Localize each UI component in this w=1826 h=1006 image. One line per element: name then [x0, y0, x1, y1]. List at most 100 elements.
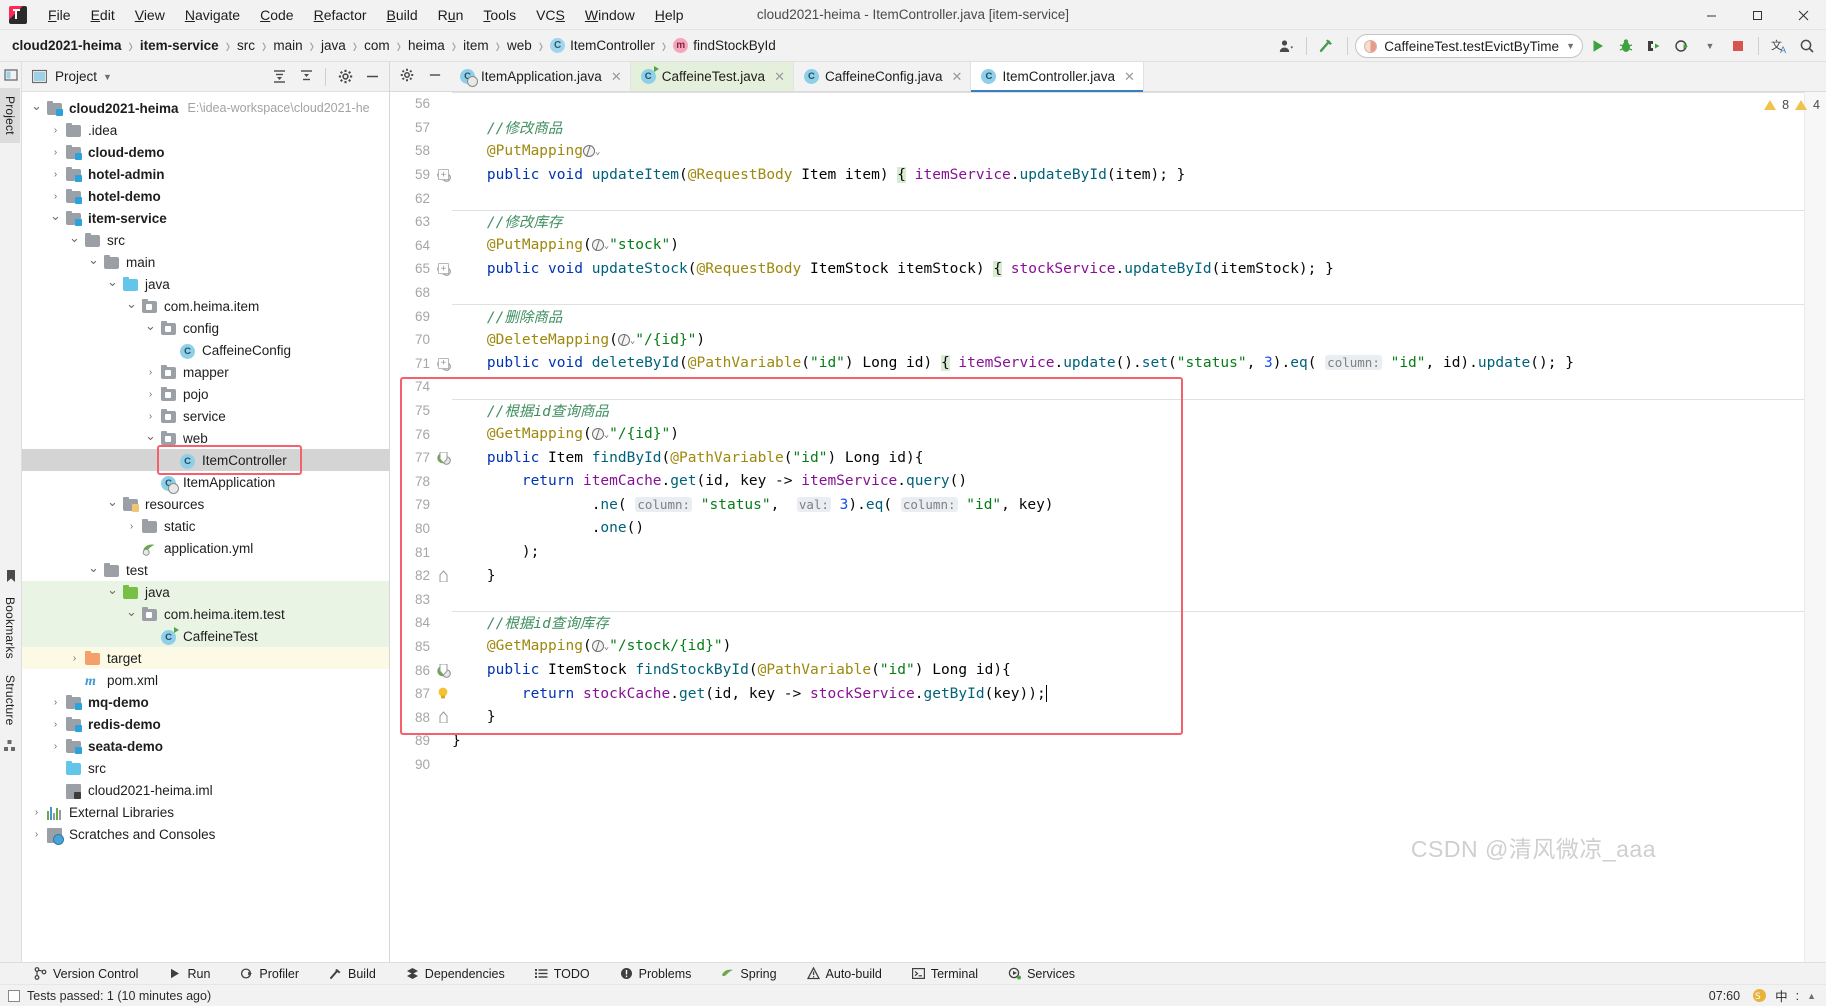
- code-line-76[interactable]: 76 @GetMapping(⌄"/{id}"): [390, 422, 1826, 446]
- chevron-down-icon[interactable]: ⌄: [106, 494, 119, 509]
- code-line-86[interactable]: 86 public ItemStock findStockById(@PathV…: [390, 658, 1826, 682]
- tree-node-external-libraries[interactable]: › External Libraries: [22, 801, 389, 823]
- tree-node-pojo[interactable]: › pojo: [22, 383, 389, 405]
- chevron-right-icon[interactable]: ›: [30, 828, 43, 841]
- bottom-tab-spring[interactable]: Spring: [717, 965, 780, 983]
- tree-node-src[interactable]: ⌄ src: [22, 229, 389, 251]
- menu-edit[interactable]: Edit: [81, 3, 125, 27]
- menu-code[interactable]: Code: [250, 3, 303, 27]
- tree-node-itemapplication[interactable]: ›CItemApplication: [22, 471, 389, 494]
- code-line-83[interactable]: 83: [390, 587, 1826, 611]
- menu-help[interactable]: Help: [645, 3, 694, 27]
- code-line-63[interactable]: 63 //修改库存: [390, 209, 1826, 234]
- tree-node-caffeineconfig[interactable]: ›CCaffeineConfig: [22, 339, 389, 361]
- breadcrumb-item-src[interactable]: src: [235, 36, 257, 55]
- url-globe-icon[interactable]: ⌄: [582, 143, 600, 159]
- chevron-down-icon[interactable]: ⌄: [49, 208, 62, 223]
- code-line-90[interactable]: 90: [390, 753, 1826, 777]
- profile-button[interactable]: [1669, 33, 1695, 59]
- menu-window[interactable]: Window: [575, 3, 645, 27]
- tree-node-application-yml[interactable]: ›application.yml: [22, 537, 389, 559]
- hide-panel-icon[interactable]: [359, 64, 385, 90]
- close-button[interactable]: [1780, 0, 1826, 30]
- tree-node-mq-demo[interactable]: › mq-demo: [22, 691, 389, 713]
- tree-node-java[interactable]: ⌄ java: [22, 273, 389, 295]
- chevron-right-icon[interactable]: ›: [68, 652, 81, 665]
- tree-node-hotel-demo[interactable]: › hotel-demo: [22, 185, 389, 207]
- chevron-down-icon[interactable]: ⌄: [30, 98, 43, 113]
- minimize-button[interactable]: [1688, 0, 1734, 30]
- chevron-right-icon[interactable]: ›: [49, 124, 62, 137]
- tree-node-service[interactable]: › service: [22, 405, 389, 427]
- fold-collapse-icon[interactable]: [438, 664, 449, 676]
- code-line-74[interactable]: 74: [390, 375, 1826, 399]
- code-line-64[interactable]: 64 @PutMapping(⌄"stock"): [390, 234, 1826, 258]
- bottom-tab-run[interactable]: Run: [164, 965, 214, 983]
- code-line-68[interactable]: 68: [390, 281, 1826, 305]
- chevron-right-icon[interactable]: ›: [144, 410, 157, 423]
- profile-dropdown-icon[interactable]: ▼: [1697, 33, 1723, 59]
- code-line-82[interactable]: 82 }: [390, 564, 1826, 588]
- ime-chinese-label[interactable]: 中: [1775, 986, 1788, 1005]
- settings-gear-icon[interactable]: [332, 64, 358, 90]
- breadcrumb-item-findstockbyid[interactable]: m findStockById: [671, 36, 778, 55]
- tree-node-pom-xml[interactable]: ›mpom.xml: [22, 669, 389, 691]
- code-line-70[interactable]: 70 @DeleteMapping(⌄"/{id}"): [390, 328, 1826, 352]
- chevron-down-icon[interactable]: ⌄: [144, 318, 157, 333]
- tree-node-com-heima-item-test[interactable]: ⌄ com.heima.item.test: [22, 603, 389, 625]
- error-stripe-markers[interactable]: [1804, 92, 1826, 962]
- stop-button[interactable]: [1725, 33, 1751, 59]
- tree-node-config[interactable]: ⌄ config: [22, 317, 389, 339]
- menu-build[interactable]: Build: [377, 3, 428, 27]
- project-tree[interactable]: ⌄ cloud2021-heima E:\idea-workspace\cloud2…: [22, 92, 389, 962]
- chevron-right-icon[interactable]: ›: [49, 190, 62, 203]
- menu-navigate[interactable]: Navigate: [175, 3, 250, 27]
- chevron-down-icon[interactable]: ⌄: [87, 560, 100, 575]
- expand-all-icon[interactable]: [293, 64, 319, 90]
- tree-node-com-heima-item[interactable]: ⌄ com.heima.item: [22, 295, 389, 317]
- code-line-75[interactable]: 75 //根据id查询商品: [390, 398, 1826, 423]
- chevron-right-icon[interactable]: ›: [30, 806, 43, 819]
- tree-node-java[interactable]: ⌄ java: [22, 581, 389, 603]
- chevron-right-icon[interactable]: ›: [49, 146, 62, 159]
- translate-icon[interactable]: 文 A: [1766, 33, 1792, 59]
- fold-expand-icon[interactable]: +: [438, 263, 449, 275]
- editor-tab-caffeinetest-java[interactable]: C CaffeineTest.java ✕: [630, 62, 794, 91]
- tree-node-itemcontroller[interactable]: ›CItemController: [22, 449, 389, 471]
- bottom-tab-dependencies[interactable]: Dependencies: [402, 965, 509, 983]
- search-everywhere-icon[interactable]: [1794, 33, 1820, 59]
- menu-tools[interactable]: Tools: [473, 3, 526, 27]
- build-hammer-icon[interactable]: [1314, 33, 1340, 59]
- menu-file[interactable]: File: [38, 3, 81, 27]
- menu-vcs[interactable]: VCS: [526, 3, 575, 27]
- bottom-tab-auto-build[interactable]: Auto-build: [803, 965, 886, 983]
- breadcrumb-item-heima[interactable]: heima: [406, 36, 447, 55]
- strip-tab-structure[interactable]: Structure: [0, 667, 20, 734]
- tree-node-hotel-admin[interactable]: › hotel-admin: [22, 163, 389, 185]
- url-globe-icon[interactable]: ⌄: [591, 426, 609, 442]
- breadcrumb-item-com[interactable]: com: [362, 36, 392, 55]
- code-line-84[interactable]: 84 //根据id查询库存: [390, 611, 1826, 635]
- tray-icons[interactable]: S 中 : ▲: [1752, 986, 1816, 1005]
- bottom-tab-problems[interactable]: Problems: [616, 965, 696, 983]
- chevron-right-icon[interactable]: ›: [144, 388, 157, 401]
- editor-hide-icon[interactable]: [428, 68, 442, 85]
- code-line-59[interactable]: 59 + public void updateItem(@RequestBody …: [390, 163, 1826, 187]
- code-line-77[interactable]: 77 public Item findById(@PathVariable("i…: [390, 446, 1826, 470]
- run-configuration-selector[interactable]: CaffeineTest.testEvictByTime ▼: [1355, 34, 1583, 58]
- breadcrumb-item-main[interactable]: main: [271, 36, 304, 55]
- close-tab-icon[interactable]: ✕: [774, 69, 785, 85]
- url-globe-icon[interactable]: ⌄: [591, 638, 609, 654]
- breadcrumb-item-item[interactable]: item: [461, 36, 491, 55]
- code-line-87[interactable]: 87 return stockCache.get(id, key -> stoc…: [390, 682, 1826, 706]
- chevron-right-icon[interactable]: ›: [49, 740, 62, 753]
- breadcrumb-item-itemcontroller[interactable]: C ItemController: [548, 36, 657, 55]
- code-line-62[interactable]: 62: [390, 186, 1826, 210]
- close-tab-icon[interactable]: ✕: [952, 69, 963, 85]
- chevron-right-icon[interactable]: ›: [144, 366, 157, 379]
- fold-expand-icon[interactable]: +: [438, 357, 449, 369]
- code-line-65[interactable]: 65 + public void updateStock(@RequestBody…: [390, 257, 1826, 281]
- editor-tab-itemcontroller-java[interactable]: C ItemController.java ✕: [971, 62, 1144, 92]
- close-tab-icon[interactable]: ✕: [1124, 69, 1135, 85]
- tree-node-cloud2021-heima-iml[interactable]: ›cloud2021-heima.iml: [22, 779, 389, 801]
